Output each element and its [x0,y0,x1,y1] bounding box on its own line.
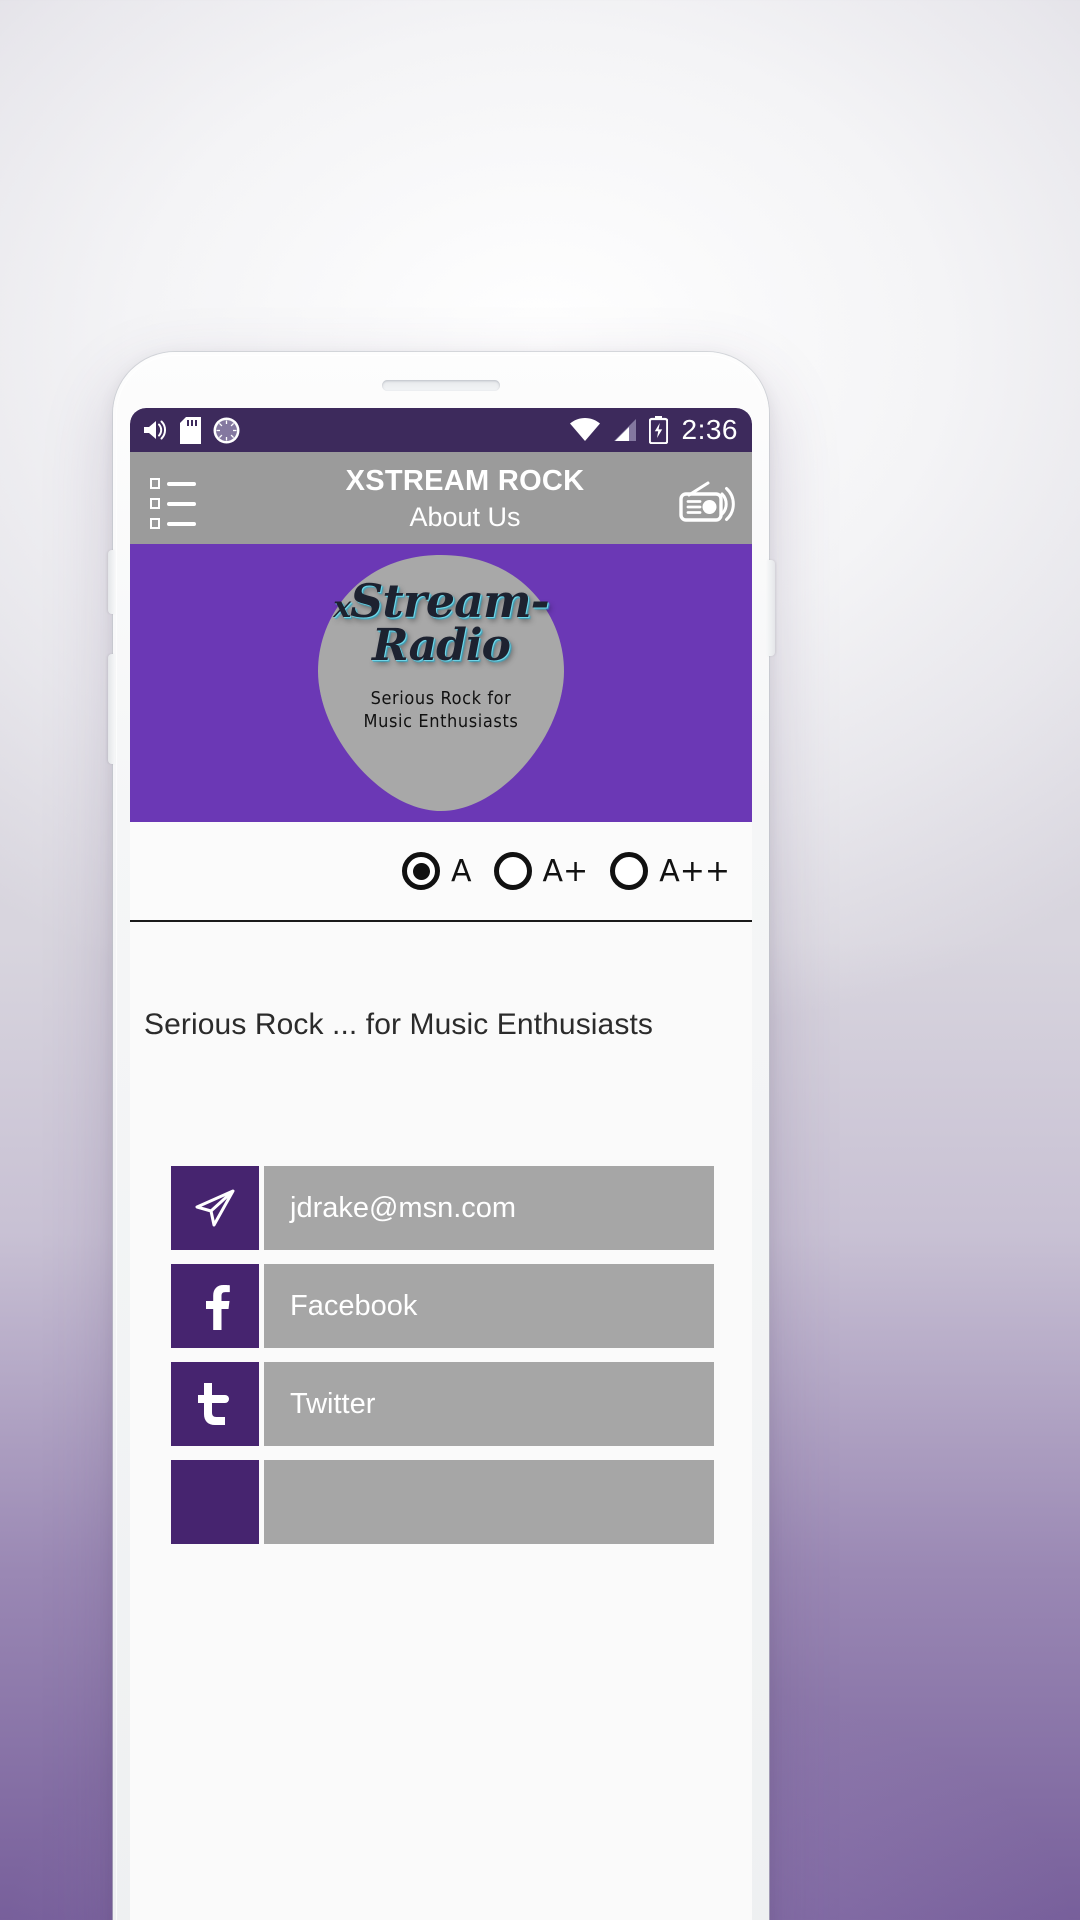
social-icon[interactable] [171,1460,259,1544]
font-size-label-a-plus: A+ [542,853,589,889]
logo-prefix: x [333,590,351,625]
logo-line-2: Radio [372,620,511,672]
page-subtitle: About Us [409,501,521,532]
menu-line-3 [150,518,196,529]
sd-card-icon [180,416,201,444]
guitar-pick-text: xStream- Radio Serious Rock for Music En… [316,553,566,813]
status-bar-clock: 2:36 [681,414,738,445]
volume-up-button[interactable] [108,550,115,614]
radio-icon[interactable] [678,478,736,528]
about-content: Serious Rock ... for Music Enthusiasts j… [130,922,752,1920]
font-size-option-a-plus-plus[interactable]: A++ [610,852,730,890]
font-size-label-a: A [451,853,472,889]
status-bar: 2:36 [130,408,752,452]
power-button[interactable] [767,560,775,656]
sync-icon [213,417,240,444]
battery-charging-icon [648,416,668,444]
phone-screen: 2:36 XSTREAM ROCK About Us xStream- Radi… [130,408,752,1920]
wifi-icon [569,418,601,442]
cellular-signal-icon [612,418,638,442]
social-links-list: jdrake@msn.com Facebook Twitter [130,1166,752,1544]
radio-selected-dot [412,862,430,880]
status-bar-right-icons: 2:36 [569,416,739,444]
twitter-link-label[interactable]: Twitter [264,1362,714,1446]
app-bar-titles: XSTREAM ROCK About Us [196,465,734,533]
logo-wordmark: xStream- Radio [333,578,549,672]
font-size-selector: A A+ A++ [130,822,752,922]
social-link-label[interactable] [264,1460,714,1544]
volume-icon [142,418,168,442]
logo-tagline-line-1: Serious Rock for [370,688,512,710]
volume-down-button[interactable] [108,654,115,764]
about-tagline: Serious Rock ... for Music Enthusiasts [144,1008,653,1041]
app-bar: XSTREAM ROCK About Us [130,452,752,544]
list-item[interactable]: Twitter [171,1362,714,1446]
list-menu-icon[interactable] [150,478,196,529]
twitter-icon[interactable] [171,1362,259,1446]
menu-line-2 [150,498,196,509]
hero-logo-banner: xStream- Radio Serious Rock for Music En… [130,544,752,822]
font-size-option-a[interactable]: A [402,852,472,890]
radio-button-a[interactable] [402,852,440,890]
facebook-icon[interactable] [171,1264,259,1348]
radio-button-a-plus-plus[interactable] [610,852,649,890]
status-bar-left-icons [142,416,240,444]
radio-button-a-plus[interactable] [493,852,532,890]
list-item[interactable]: Facebook [171,1264,714,1348]
list-item[interactable]: jdrake@msn.com [171,1166,714,1250]
guitar-pick-logo: xStream- Radio Serious Rock for Music En… [316,553,566,813]
list-item[interactable] [171,1460,714,1544]
menu-line-1 [150,478,196,489]
page-title: XSTREAM ROCK [345,465,585,497]
facebook-link-label[interactable]: Facebook [264,1264,714,1348]
earpiece-speaker [382,380,500,391]
send-email-icon[interactable] [171,1166,259,1250]
logo-tagline-line-2: Music Enthusiasts [363,711,519,733]
font-size-option-a-plus[interactable]: A+ [493,852,589,890]
font-size-label-a-plus-plus: A++ [659,853,730,889]
email-link-label[interactable]: jdrake@msn.com [264,1166,714,1250]
logo-tagline: Serious Rock for Music Enthusiasts [364,687,519,733]
phone-device-frame: 2:36 XSTREAM ROCK About Us xStream- Radi… [108,352,775,1920]
